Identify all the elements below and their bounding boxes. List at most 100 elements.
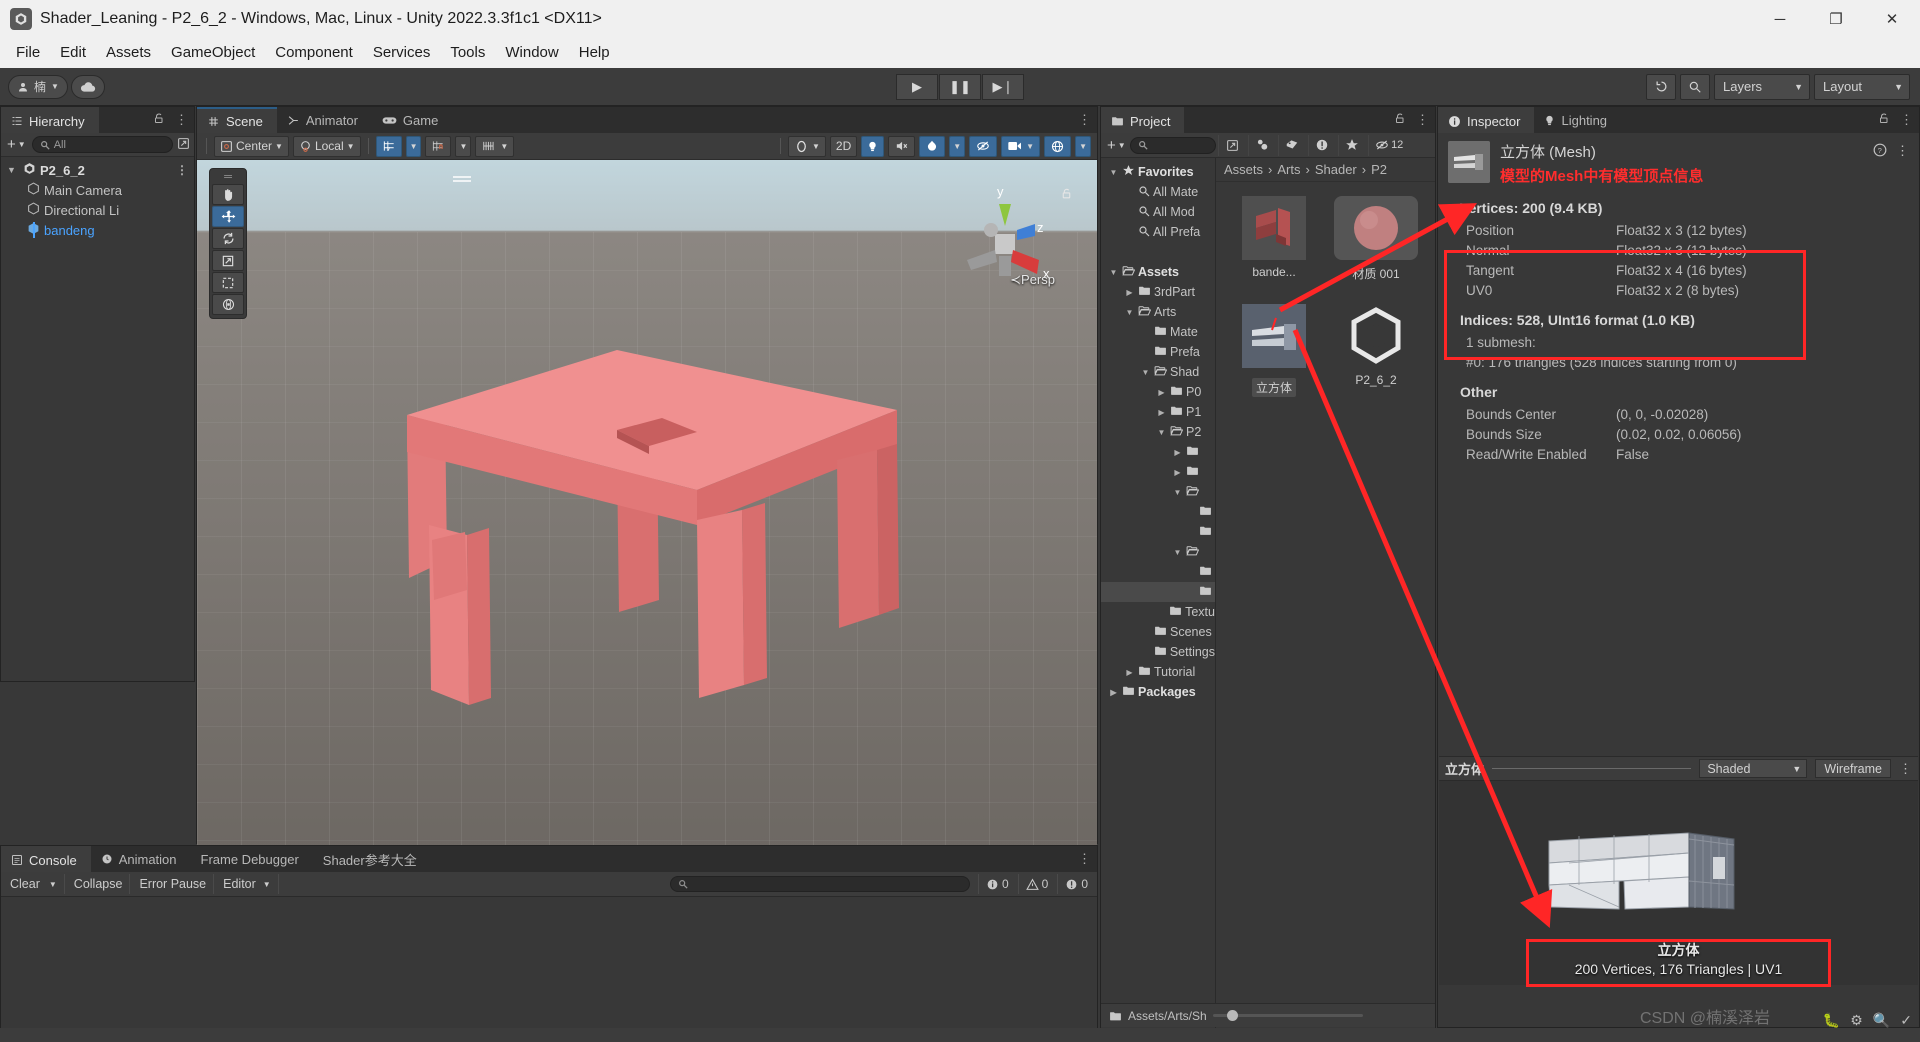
error-count[interactable]: 0 <box>1057 874 1095 894</box>
chevron-right-icon[interactable]: ▶ <box>1108 688 1119 697</box>
gizmos-toggle[interactable] <box>1044 135 1072 157</box>
project-tree-item-packages[interactable]: ▶ Packages <box>1101 682 1215 702</box>
debug-icon[interactable]: ⚙ <box>1850 1012 1863 1029</box>
slider-knob[interactable] <box>1226 1010 1238 1021</box>
error-pause-toggle[interactable]: Error Pause <box>132 874 215 894</box>
layout-dropdown[interactable]: Layout ▼ <box>1814 73 1910 100</box>
kebab-icon[interactable]: ⋮ <box>176 163 188 177</box>
project-tree-item[interactable]: ▼ <box>1101 482 1215 502</box>
scene-visibility-toggle[interactable] <box>969 135 998 157</box>
kebab-icon[interactable]: ⋮ <box>1416 112 1429 128</box>
warning-count[interactable]: 0 <box>1017 874 1056 894</box>
gizmo-lock-icon[interactable] <box>1060 186 1073 204</box>
chevron-down-icon[interactable]: ▼ <box>1172 488 1183 497</box>
breadcrumb-item-arts[interactable]: Arts <box>1277 162 1300 177</box>
tab-lighting[interactable]: Lighting <box>1534 107 1621 133</box>
tab-animation[interactable]: Animation <box>91 846 191 872</box>
step-button[interactable]: ▶❘ <box>982 73 1024 100</box>
tab-scene[interactable]: Scene <box>197 107 277 133</box>
project-tree-item-arts[interactable]: ▼ Arts <box>1101 302 1215 322</box>
project-tree-item[interactable] <box>1101 522 1215 542</box>
breadcrumb-item-shader[interactable]: Shader <box>1315 162 1357 177</box>
tab-animator[interactable]: Animator <box>277 107 372 133</box>
filter-by-label-icon[interactable] <box>1277 134 1306 156</box>
tab-inspector[interactable]: Inspector <box>1438 107 1535 133</box>
console-search-input[interactable] <box>669 876 970 892</box>
menu-item-services[interactable]: Services <box>363 40 441 66</box>
undo-history-button[interactable] <box>1646 73 1676 100</box>
expand-search-icon[interactable] <box>177 137 190 153</box>
scene-camera-button[interactable]: ▼ <box>1001 135 1041 157</box>
project-tree-item-3rdpart[interactable]: ▶ 3rdPart <box>1101 282 1215 302</box>
pivot-mode-dropdown[interactable]: Center ▼ <box>214 135 289 157</box>
project-tree-item-p0[interactable]: ▶ P0 <box>1101 382 1215 402</box>
help-icon[interactable]: ? <box>1873 143 1887 160</box>
transform-tool-button[interactable] <box>212 294 244 315</box>
project-search-input[interactable] <box>1129 136 1216 154</box>
chevron-right-icon[interactable]: ▶ <box>1156 388 1167 397</box>
menu-item-edit[interactable]: Edit <box>50 40 96 66</box>
asset-item[interactable]: 材质 001 <box>1332 196 1420 282</box>
chevron-right-icon[interactable]: ▶ <box>1172 468 1183 477</box>
grid-snap-dropdown[interactable]: ▼ <box>405 135 422 157</box>
thumbnail-size-slider[interactable] <box>1212 1010 1363 1021</box>
chevron-right-icon[interactable]: ▶ <box>1172 448 1183 457</box>
scene-fx-toggle[interactable] <box>919 135 946 157</box>
chevron-down-icon[interactable]: ▼ <box>1124 308 1135 317</box>
overlay-drag-handle[interactable] <box>453 176 471 178</box>
menu-item-assets[interactable]: Assets <box>96 40 161 66</box>
lock-icon[interactable] <box>1394 112 1406 128</box>
scene-audio-toggle[interactable] <box>888 135 916 157</box>
menu-item-window[interactable]: Window <box>495 40 568 66</box>
tools-grip[interactable]: ═ <box>212 171 244 183</box>
kebab-icon[interactable]: ⋮ <box>1078 851 1091 867</box>
chevron-right-icon[interactable]: ▶ <box>1124 288 1135 297</box>
tab-shader-[interactable]: Shader参考大全 <box>313 846 431 872</box>
grid-snap-toggle[interactable]: y <box>375 135 402 157</box>
project-tree-item-p2[interactable]: ▼ P2 <box>1101 422 1215 442</box>
log-count[interactable]: 0 <box>977 874 1016 894</box>
chevron-down-icon[interactable]: ▼ <box>1108 168 1119 177</box>
grid-visibility-toggle[interactable]: ▼ <box>475 135 515 157</box>
project-tree-item-all-mod[interactable]: All Mod <box>1101 202 1215 222</box>
kebab-icon[interactable]: ⋮ <box>175 112 188 128</box>
project-tree-item-prefa[interactable]: Prefa <box>1101 342 1215 362</box>
console-messages-area[interactable] <box>1 897 1097 1028</box>
project-tree-item-shad[interactable]: ▼ Shad <box>1101 362 1215 382</box>
chevron-down-icon[interactable]: ▼ <box>1156 428 1167 437</box>
project-tree-item[interactable]: ▶ <box>1101 462 1215 482</box>
project-tree-item[interactable] <box>1101 502 1215 522</box>
project-tree-item-assets[interactable]: ▼ Assets <box>1101 262 1215 282</box>
project-tree-item-all-mate[interactable]: All Mate <box>1101 182 1215 202</box>
project-tree-item[interactable]: ▶ <box>1101 442 1215 462</box>
project-tree-item[interactable] <box>1101 242 1215 262</box>
clear-button[interactable]: Clear ▼ <box>3 874 65 894</box>
play-button[interactable]: ▶ <box>896 73 938 100</box>
favorites-filter-icon[interactable] <box>1337 134 1366 156</box>
project-tree-item-tutorial[interactable]: ▶ Tutorial <box>1101 662 1215 682</box>
menu-item-file[interactable]: File <box>6 40 50 66</box>
kebab-icon[interactable]: ⋮ <box>1896 143 1909 160</box>
minimize-button[interactable]: ─ <box>1752 0 1808 38</box>
chevron-down-icon[interactable]: ▼ <box>7 165 19 175</box>
project-tree-item-settings[interactable]: Settings <box>1101 642 1215 662</box>
menu-item-help[interactable]: Help <box>569 40 620 66</box>
tab-project[interactable]: Project <box>1101 107 1185 133</box>
hierarchy-item-main-camera[interactable]: Main Camera <box>1 180 194 200</box>
lock-icon[interactable] <box>153 112 165 128</box>
project-tree-item-favorites[interactable]: ▼ Favorites <box>1101 162 1215 182</box>
hidden-packages-count[interactable]: 12 <box>1367 134 1410 156</box>
snap-increment-toggle[interactable] <box>425 135 452 157</box>
maximize-button[interactable]: ❐ <box>1808 0 1864 38</box>
project-tree-item[interactable] <box>1101 582 1215 602</box>
hierarchy-item-bandeng[interactable]: bandeng <box>1 220 194 240</box>
editor-dropdown[interactable]: Editor ▼ <box>216 874 279 894</box>
scene-fx-dropdown[interactable]: ▼ <box>949 135 966 157</box>
tab-console[interactable]: Console <box>1 846 91 872</box>
hand-tool-button[interactable] <box>212 184 244 205</box>
shading-mode-dropdown[interactable]: ▼ <box>787 135 826 157</box>
hierarchy-item-p2-6-2[interactable]: ▼ P2_6_2 ⋮ <box>1 160 194 180</box>
menu-item-gameobject[interactable]: GameObject <box>161 40 265 66</box>
chevron-down-icon[interactable]: ▼ <box>1172 548 1183 557</box>
chevron-right-icon[interactable]: ▶ <box>1124 668 1135 677</box>
